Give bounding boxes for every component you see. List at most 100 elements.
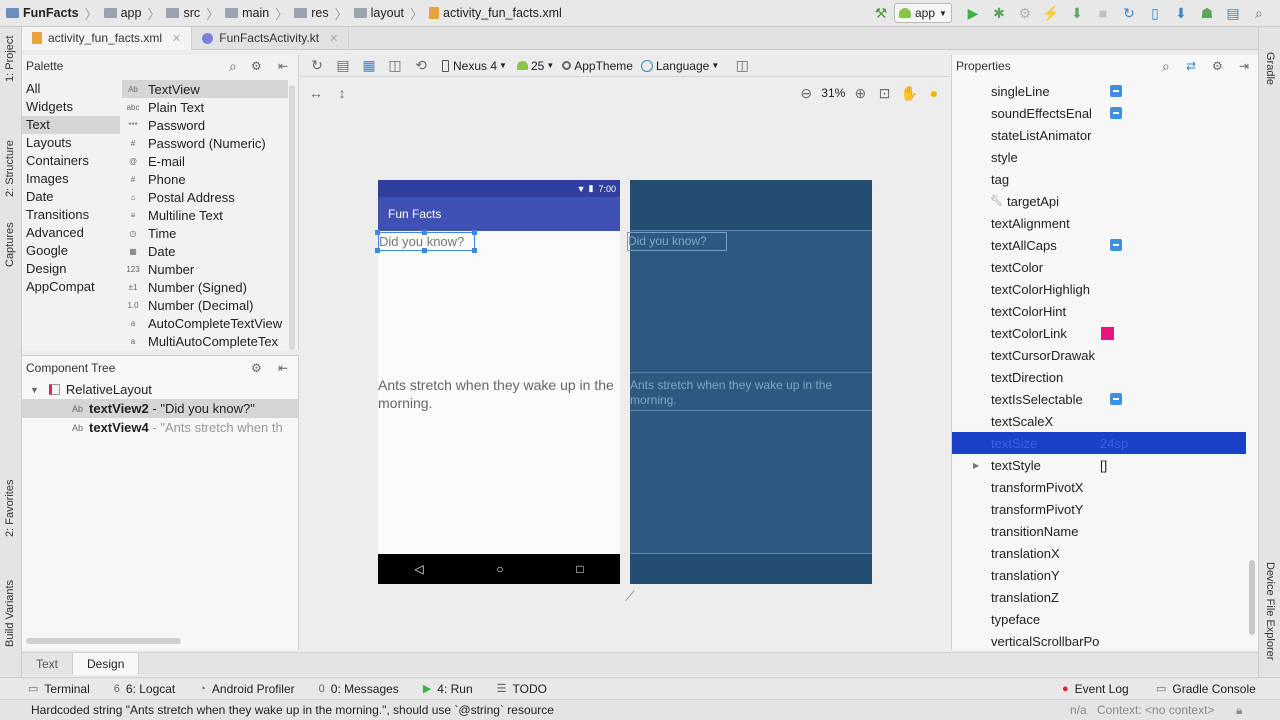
api-select[interactable]: 25 ▼ xyxy=(516,59,554,73)
layout-variants-icon[interactable]: ◫ xyxy=(733,57,751,75)
lock-icon[interactable]: 🔒︎ xyxy=(1236,703,1242,718)
palette-category-widgets[interactable]: Widgets xyxy=(22,98,120,116)
blueprint-textview2[interactable]: Did you know? xyxy=(627,232,727,251)
property-row-textscalex[interactable]: textScaleX xyxy=(952,410,1246,432)
palette-item-multiautocompletetex[interactable]: a MultiAutoCompleteTex xyxy=(122,332,288,350)
tree-node-relative-layout[interactable]: ▼ RelativeLayout xyxy=(22,380,298,399)
chevron-down-icon[interactable]: ▼ xyxy=(30,385,39,395)
palette-category-design[interactable]: Design xyxy=(22,260,120,278)
palette-item-autocompletetextview[interactable]: a AutoCompleteTextView xyxy=(122,314,288,332)
tree-node-textview2[interactable]: Ab textView2 - "Did you know?" xyxy=(22,399,298,418)
property-row-targetapi[interactable]: 🔧︎ targetApi xyxy=(952,190,1246,212)
property-row-singleline[interactable]: singleLine xyxy=(952,80,1246,102)
build-variants-tool-button[interactable]: Build Variants xyxy=(4,580,16,647)
zoom-to-fit-icon[interactable]: ⊡ xyxy=(876,84,892,102)
both-views-icon[interactable]: ◫ xyxy=(386,57,404,75)
color-swatch[interactable] xyxy=(1101,326,1114,340)
expand-horizontal-icon[interactable]: ↔ xyxy=(308,84,324,102)
gradle-tool-button[interactable]: Gradle xyxy=(1264,52,1276,85)
palette-item-time[interactable]: ◷ Time xyxy=(122,224,288,242)
device-file-explorer-tool-button[interactable]: Device File Explorer xyxy=(1264,562,1276,660)
resize-handle-icon[interactable]: ⟋ xyxy=(625,588,635,605)
design-view-icon[interactable]: ▤ xyxy=(334,57,352,75)
palette-category-date[interactable]: Date xyxy=(22,188,120,206)
palette-item-number-signed[interactable]: ±1 Number (Signed) xyxy=(122,278,288,296)
selection-handles[interactable] xyxy=(375,230,477,253)
tab-fun-facts-activity-kt[interactable]: FunFactsActivity.kt ✕ xyxy=(192,26,350,50)
property-row-textcolorlink[interactable]: textColorLink xyxy=(952,322,1246,344)
zoom-out-icon[interactable]: ⊖ xyxy=(798,84,814,102)
property-row-textcolorhint[interactable]: textColorHint xyxy=(952,300,1246,322)
property-row-translationz[interactable]: translationZ xyxy=(952,586,1246,608)
palette-item-multiline-text[interactable]: ≡ Multiline Text xyxy=(122,206,288,224)
hide-panel-icon[interactable]: ⇤ xyxy=(278,59,288,73)
palette-item-number-decimal[interactable]: 1.0 Number (Decimal) xyxy=(122,296,288,314)
close-icon[interactable]: ✕ xyxy=(329,32,338,45)
breadcrumb-src[interactable]: src xyxy=(166,6,200,20)
textview4[interactable]: Ants stretch when they wake up in the mo… xyxy=(378,376,618,412)
stop-icon[interactable]: ■ xyxy=(1094,4,1112,22)
flag-toggle-icon[interactable] xyxy=(1110,393,1122,405)
property-row-transitionname[interactable]: transitionName xyxy=(952,520,1246,542)
property-row-style[interactable]: style xyxy=(952,146,1246,168)
blueprint-preview[interactable]: Did you know? Ants stretch when they wak… xyxy=(627,180,872,584)
property-row-textdirection[interactable]: textDirection xyxy=(952,366,1246,388)
pan-icon[interactable]: ✋ xyxy=(901,84,918,102)
apply-changes-icon[interactable]: ⚡ xyxy=(1042,4,1060,22)
property-row-textisselectable[interactable]: textIsSelectable xyxy=(952,388,1246,410)
flag-toggle-icon[interactable] xyxy=(1110,85,1122,97)
property-row-transformpivotx[interactable]: transformPivotX xyxy=(952,476,1246,498)
hide-panel-icon[interactable]: ⇤ xyxy=(278,361,288,375)
toggle-view-icon[interactable]: ⇄ xyxy=(1186,59,1196,73)
palette-item-postal-address[interactable]: ⌂ Postal Address xyxy=(122,188,288,206)
blueprint-view-icon[interactable]: ▦ xyxy=(360,57,378,75)
palette-item-e-mail[interactable]: @ E-mail xyxy=(122,152,288,170)
structure-tool-button[interactable]: 2: Structure xyxy=(4,140,16,197)
property-row-transformpivoty[interactable]: transformPivotY xyxy=(952,498,1246,520)
warning-icon[interactable]: ● xyxy=(926,84,942,102)
palette-category-text[interactable]: Text xyxy=(22,116,120,134)
palette-item-phone[interactable]: # Phone xyxy=(122,170,288,188)
palette-category-images[interactable]: Images xyxy=(22,170,120,188)
palette-category-layouts[interactable]: Layouts xyxy=(22,134,120,152)
attach-debugger-icon[interactable]: ⬇ xyxy=(1068,4,1086,22)
chevron-right-icon[interactable]: ▶ xyxy=(973,461,979,470)
theme-select[interactable]: AppTheme xyxy=(562,59,633,73)
device-select[interactable]: Nexus 4 ▼ xyxy=(442,59,507,73)
expand-vertical-icon[interactable]: ↕ xyxy=(334,84,350,102)
palette-item-textview[interactable]: Ab TextView xyxy=(122,80,288,98)
search-icon[interactable]: ⌕ xyxy=(1162,58,1170,75)
gear-icon[interactable]: ⚙ xyxy=(251,361,262,375)
status-context[interactable]: Context: <no context> xyxy=(1097,703,1214,717)
property-row-verticalscrollbarpo[interactable]: verticalScrollbarPo xyxy=(952,630,1246,650)
property-row-textallcaps[interactable]: textAllCaps xyxy=(952,234,1246,256)
property-row-textcolorhighligh[interactable]: textColorHighligh xyxy=(952,278,1246,300)
hammer-icon[interactable]: ⚒ xyxy=(872,4,890,22)
property-row-soundeffectsenal[interactable]: soundEffectsEnal xyxy=(952,102,1246,124)
sdk-manager-icon[interactable]: ⬇ xyxy=(1172,4,1190,22)
captures-tool-button[interactable]: Captures xyxy=(4,222,16,267)
tab-activity-fun-facts-xml[interactable]: activity_fun_facts.xml ✕ xyxy=(22,26,193,50)
terminal-tool-button[interactable]: ▭ Terminal xyxy=(28,682,90,696)
palette-category-all[interactable]: All xyxy=(22,80,120,98)
palette-category-google[interactable]: Google xyxy=(22,242,120,260)
tab-design[interactable]: Design xyxy=(72,653,140,675)
debug-icon[interactable]: ✱ xyxy=(990,4,1008,22)
property-value[interactable]: 24sp xyxy=(1100,436,1128,451)
gear-icon[interactable]: ⚙ xyxy=(1212,59,1223,73)
orientation-icon[interactable]: ⟲ xyxy=(412,57,430,75)
android-profiler-tool-button[interactable]: ◔ Android Profiler xyxy=(199,682,294,696)
property-row-textalignment[interactable]: textAlignment xyxy=(952,212,1246,234)
run-tool-button[interactable]: ▶ 4: Run xyxy=(423,682,473,696)
palette-scrollbar[interactable] xyxy=(289,85,295,350)
run-config-select[interactable]: app ▼ xyxy=(894,3,952,23)
property-row-textstyle[interactable]: ▶ textStyle[] xyxy=(952,454,1246,476)
todo-tool-button[interactable]: ☰ TODO xyxy=(497,682,547,696)
flag-toggle-icon[interactable] xyxy=(1110,239,1122,251)
property-row-textcolor[interactable]: textColor xyxy=(952,256,1246,278)
property-row-textsize[interactable]: textSize 24sp xyxy=(952,432,1246,454)
logcat-tool-button[interactable]: 6 6: Logcat xyxy=(114,682,176,696)
project-tool-button[interactable]: 1: Project xyxy=(4,36,16,82)
profile-icon[interactable]: ⚙ xyxy=(1016,4,1034,22)
gear-icon[interactable]: ⚙ xyxy=(251,59,262,73)
